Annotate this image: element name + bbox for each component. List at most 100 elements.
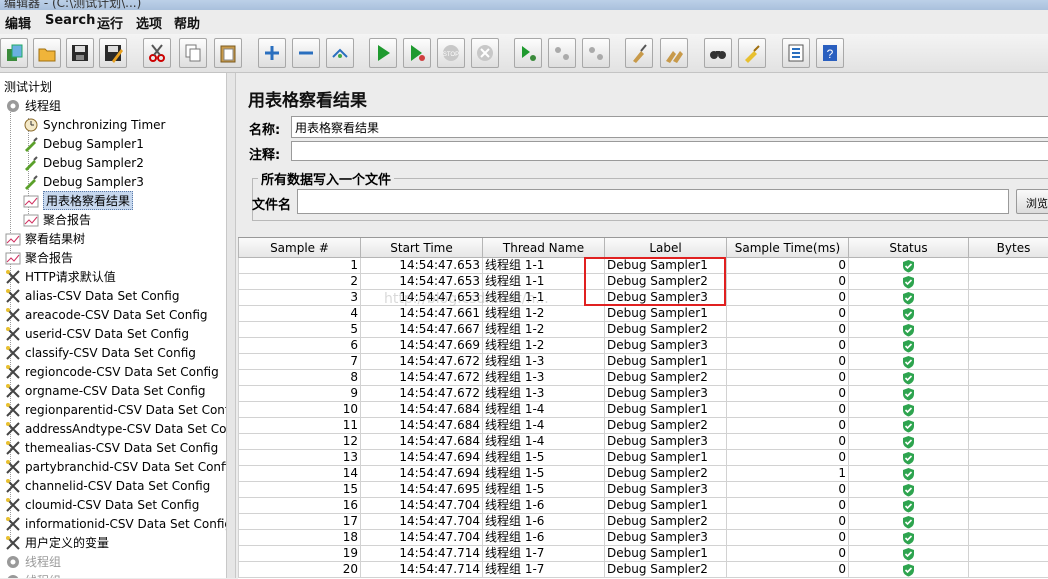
tree-item[interactable]: orgname-CSV Data Set Config <box>4 381 206 400</box>
table-row[interactable]: 1214:54:47.684线程组 1-4Debug Sampler30 <box>239 434 1048 450</box>
comment-field[interactable] <box>291 141 1048 161</box>
column-header-label[interactable]: Label <box>605 238 727 258</box>
config-icon <box>4 534 22 552</box>
name-field[interactable]: 用表格察看结果 <box>291 116 1048 138</box>
tree-item[interactable]: userid-CSV Data Set Config <box>4 324 189 343</box>
tree-item[interactable]: 聚合报告 <box>4 248 73 267</box>
table-row[interactable]: 1414:54:47.694线程组 1-5Debug Sampler21 <box>239 466 1048 482</box>
expand-icon[interactable] <box>258 38 286 68</box>
reset-search-icon[interactable] <box>738 38 766 68</box>
tree-item[interactable]: Synchronizing Timer <box>22 115 165 134</box>
function-helper-icon[interactable] <box>782 38 810 68</box>
tree-item[interactable]: alias-CSV Data Set Config <box>4 286 179 305</box>
tree-item[interactable]: Debug Sampler2 <box>22 153 144 172</box>
toggle-icon[interactable] <box>326 38 354 68</box>
table-row[interactable]: 1114:54:47.684线程组 1-4Debug Sampler20 <box>239 418 1048 434</box>
tree-item[interactable]: regionparentid-CSV Data Set Config <box>4 400 226 419</box>
collapse-icon[interactable] <box>292 38 320 68</box>
column-header-sample-time[interactable]: Sample Time(ms) <box>727 238 849 258</box>
open-icon[interactable] <box>33 38 61 68</box>
table-row[interactable]: 1814:54:47.704线程组 1-6Debug Sampler30 <box>239 530 1048 546</box>
copy-icon[interactable] <box>179 38 207 68</box>
tree-item[interactable]: 察看结果树 <box>4 229 85 248</box>
table-cell: 14:54:47.684 <box>361 434 483 450</box>
tree-item[interactable]: 线程组 <box>4 552 61 571</box>
table-row[interactable]: 114:54:47.653线程组 1-1Debug Sampler10 <box>239 258 1048 274</box>
tree-item[interactable]: regioncode-CSV Data Set Config <box>4 362 219 381</box>
table-row[interactable]: 1614:54:47.704线程组 1-6Debug Sampler10 <box>239 498 1048 514</box>
tree-item[interactable]: channelid-CSV Data Set Config <box>4 476 210 495</box>
tree-item[interactable]: HTTP请求默认值 <box>4 267 116 286</box>
column-header-bytes[interactable]: Bytes <box>969 238 1048 258</box>
paste-icon[interactable] <box>214 38 242 68</box>
tree-item[interactable]: 线程组 <box>4 96 61 115</box>
menu-run[interactable]: 运行 <box>97 13 123 32</box>
table-cell: Debug Sampler1 <box>605 402 727 418</box>
tree-item[interactable]: themealias-CSV Data Set Config <box>4 438 218 457</box>
search-icon[interactable] <box>704 38 732 68</box>
split-pane-divider[interactable] <box>226 73 236 578</box>
shutdown-icon[interactable] <box>471 38 499 68</box>
tree-item[interactable]: areacode-CSV Data Set Config <box>4 305 208 324</box>
table-row[interactable]: 714:54:47.672线程组 1-3Debug Sampler10 <box>239 354 1048 370</box>
table-row[interactable]: 414:54:47.661线程组 1-2Debug Sampler10 <box>239 306 1048 322</box>
table-cell: Debug Sampler1 <box>605 498 727 514</box>
tree-item[interactable]: 聚合报告 <box>22 210 91 229</box>
table-cell: 线程组 1-5 <box>483 482 605 498</box>
table-cell: 0 <box>727 402 849 418</box>
tree-item[interactable]: partybranchid-CSV Data Set Config <box>4 457 226 476</box>
save-as-icon[interactable] <box>99 38 127 68</box>
config-icon <box>4 344 22 362</box>
column-header-thread-name[interactable]: Thread Name <box>483 238 605 258</box>
help-icon[interactable]: ? <box>816 38 844 68</box>
remote-shutdown-icon[interactable] <box>582 38 610 68</box>
new-icon[interactable] <box>0 38 28 68</box>
table-row[interactable]: 514:54:47.667线程组 1-2Debug Sampler20 <box>239 322 1048 338</box>
table-row[interactable]: 1714:54:47.704线程组 1-6Debug Sampler20 <box>239 514 1048 530</box>
table-row[interactable]: 1914:54:47.714线程组 1-7Debug Sampler10 <box>239 546 1048 562</box>
table-row[interactable]: 914:54:47.672线程组 1-3Debug Sampler30 <box>239 386 1048 402</box>
save-icon[interactable] <box>66 38 94 68</box>
tree-item[interactable]: 用表格察看结果 <box>22 191 133 210</box>
table-row[interactable]: 1014:54:47.684线程组 1-4Debug Sampler10 <box>239 402 1048 418</box>
start-no-pause-icon[interactable] <box>403 38 431 68</box>
stop-icon[interactable]: STOP <box>437 38 465 68</box>
remote-start-icon[interactable] <box>514 38 542 68</box>
browse-button[interactable]: 浏览... <box>1016 189 1048 214</box>
start-icon[interactable] <box>369 38 397 68</box>
tree-item[interactable]: cloumid-CSV Data Set Config <box>4 495 199 514</box>
filename-input[interactable] <box>297 189 1009 214</box>
column-header-start-time[interactable]: Start Time <box>361 238 483 258</box>
table-cell: Debug Sampler2 <box>605 322 727 338</box>
clear-all-icon[interactable] <box>660 38 688 68</box>
table-cell: 线程组 1-1 <box>483 258 605 274</box>
table-cell: Debug Sampler1 <box>605 450 727 466</box>
table-cell: 线程组 1-7 <box>483 562 605 578</box>
cut-icon[interactable] <box>143 38 171 68</box>
tree-root[interactable]: 测试计划 <box>4 77 52 96</box>
tree-item[interactable]: 用户定义的变量 <box>4 533 109 552</box>
remote-stop-icon[interactable] <box>548 38 576 68</box>
table-row[interactable]: 1514:54:47.695线程组 1-5Debug Sampler30 <box>239 482 1048 498</box>
table-cell: 14:54:47.714 <box>361 562 483 578</box>
table-cell: 线程组 1-6 <box>483 498 605 514</box>
column-header-sample-number[interactable]: Sample # <box>239 238 361 258</box>
column-header-status[interactable]: Status <box>849 238 969 258</box>
menu-options[interactable]: 选项 <box>136 13 162 32</box>
table-row[interactable]: 2014:54:47.714线程组 1-7Debug Sampler20 <box>239 562 1048 578</box>
table-row[interactable]: 314:54:47.653线程组 1-1Debug Sampler30 <box>239 290 1048 306</box>
menu-edit[interactable]: 编辑 <box>5 13 31 32</box>
tree-item[interactable]: Debug Sampler3 <box>22 172 144 191</box>
table-row[interactable]: 214:54:47.653线程组 1-1Debug Sampler20 <box>239 274 1048 290</box>
menu-search[interactable]: Search <box>45 13 95 28</box>
clear-icon[interactable] <box>625 38 653 68</box>
tree-item[interactable]: Debug Sampler1 <box>22 134 144 153</box>
table-row[interactable]: 1314:54:47.694线程组 1-5Debug Sampler10 <box>239 450 1048 466</box>
tree-item[interactable]: classify-CSV Data Set Config <box>4 343 196 362</box>
tree-item[interactable]: 线程组 <box>4 571 61 578</box>
tree-item[interactable]: informationid-CSV Data Set Config <box>4 514 226 533</box>
tree-item[interactable]: addressAndtype-CSV Data Set Confi <box>4 419 226 438</box>
menu-help[interactable]: 帮助 <box>174 13 200 32</box>
table-row[interactable]: 614:54:47.669线程组 1-2Debug Sampler30 <box>239 338 1048 354</box>
table-row[interactable]: 814:54:47.672线程组 1-3Debug Sampler20 <box>239 370 1048 386</box>
